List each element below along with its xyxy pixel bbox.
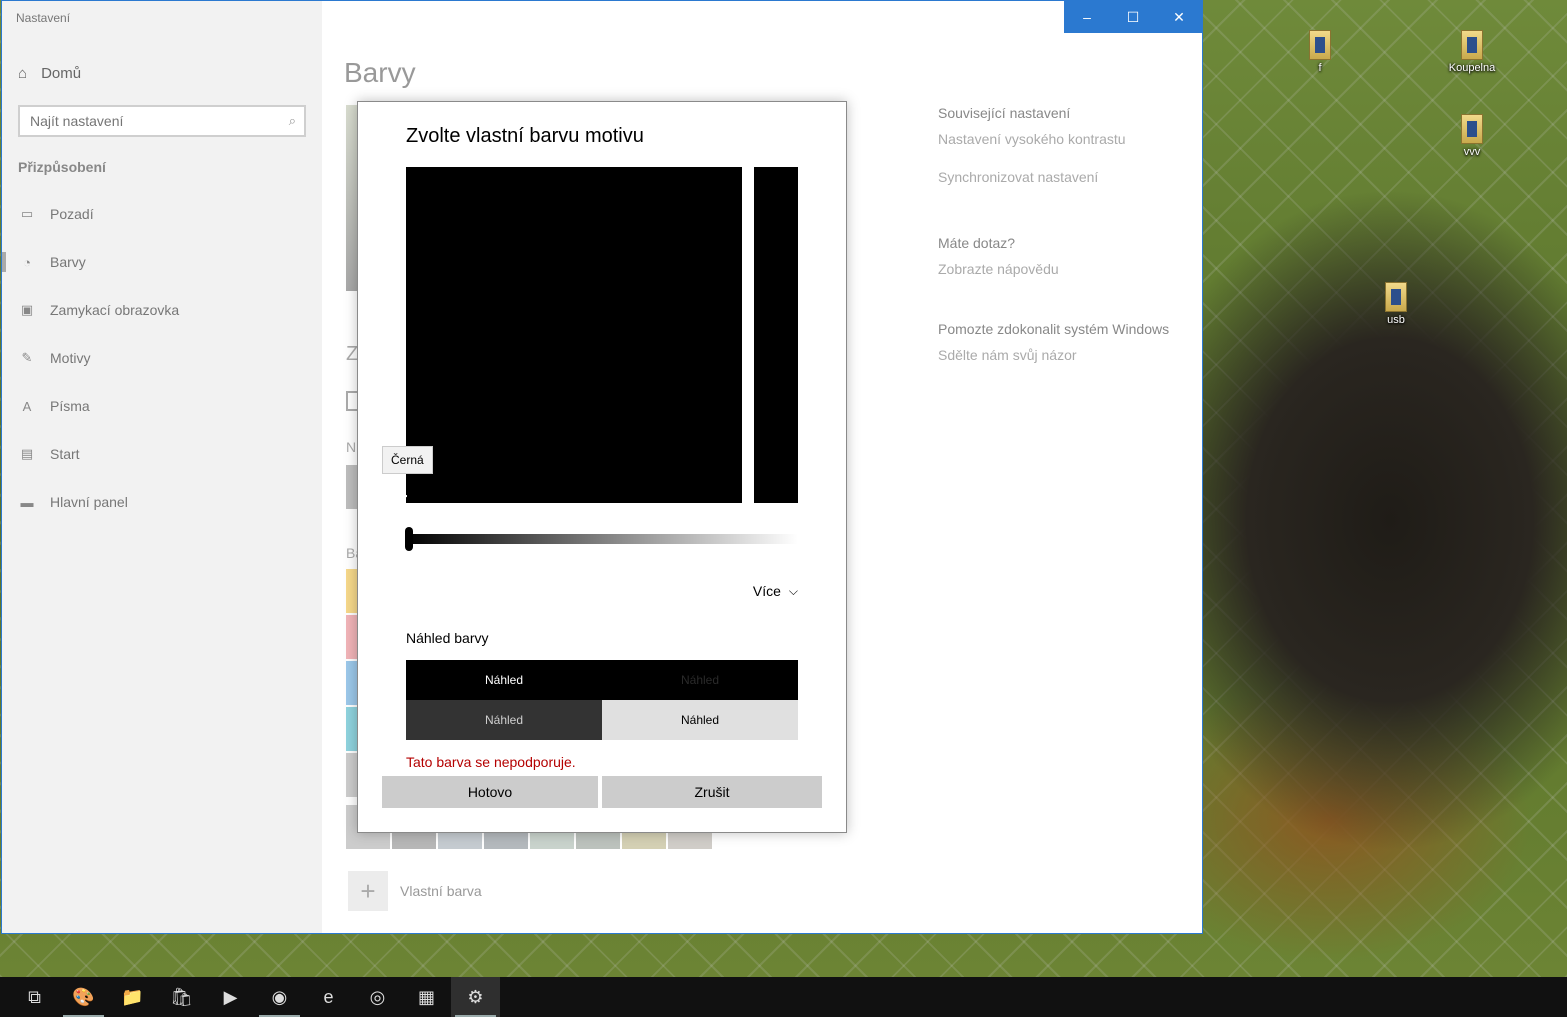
preview-cell: Náhled (406, 700, 602, 740)
fonts-icon: A (22, 398, 32, 414)
related-heading: Související nastavení (938, 105, 1071, 121)
home-icon: ⌂ (18, 65, 28, 82)
sync-settings-link[interactable]: Synchronizovat nastavení (938, 169, 1178, 185)
sidebar-item-zamykaci-obrazovka[interactable]: ▣ Zamykací obrazovka (2, 290, 322, 330)
high-contrast-link[interactable]: Nastavení vysokého kontrastu (938, 131, 1178, 147)
sidebar-item-motivy[interactable]: ✎ Motivy (2, 338, 322, 378)
calculator-icon[interactable]: ▦ (402, 977, 451, 1017)
sidebar-item-start[interactable]: ▤ Start (2, 434, 322, 474)
question-heading: Máte dotaz? (938, 235, 1016, 251)
desktop-icon-label: usb (1387, 314, 1405, 326)
taskbar: ⧉ 🎨 📁 🛍 ▶ ◉ e ◎ ▦ ⚙ (0, 977, 1567, 1017)
window-title: Nastavení (16, 11, 71, 25)
desktop-icon-label: f (1318, 62, 1322, 74)
search-input[interactable] (20, 107, 270, 135)
file-icon (1309, 30, 1331, 60)
close-button[interactable]: ✕ (1156, 1, 1202, 33)
plus-icon: + (348, 871, 388, 911)
sidebar-item-pozadi[interactable]: ▭ Pozadí (2, 194, 322, 234)
related-settings: Související nastavení Nastavení vysokého… (938, 105, 1178, 363)
sidebar-item-label: Motivy (50, 350, 91, 366)
sidebar: ⌂ Domů ⌕ Přizpůsobení ▭ Pozadí ◔ Barvy ▣… (2, 1, 322, 933)
section-title: Přizpůsobení (18, 159, 106, 175)
error-message: Tato barva se nepodporuje. (406, 754, 576, 770)
more-toggle[interactable]: Více ⌵ (753, 583, 798, 599)
custom-color-button[interactable]: + Vlastní barva (348, 871, 482, 911)
preview-cell: Náhled (406, 660, 602, 700)
image-icon: ▭ (20, 206, 34, 221)
sidebar-item-label: Barvy (50, 254, 86, 270)
settings-icon[interactable]: ⚙ (451, 977, 500, 1017)
done-button[interactable]: Hotovo (382, 776, 598, 808)
help-link[interactable]: Zobrazte nápovědu (938, 261, 1178, 277)
color-name-tooltip: Černá (382, 446, 433, 474)
dialog-title: Zvolte vlastní barvu motivu (406, 125, 644, 147)
start-icon: ▤ (20, 446, 34, 461)
more-label: Více (752, 583, 781, 599)
store-icon[interactable]: 🛍 (157, 977, 206, 1017)
sidebar-item-pisma[interactable]: A Písma (2, 386, 322, 426)
home-label: Domů (41, 65, 82, 82)
media-player-icon[interactable]: ▶ (206, 977, 255, 1017)
taskbar-icon: ▬ (20, 494, 34, 510)
lock-screen-icon: ▣ (20, 302, 34, 317)
sidebar-item-label: Písma (50, 398, 90, 414)
themes-icon: ✎ (21, 350, 33, 365)
folder-icon (1461, 30, 1483, 60)
custom-color-dialog: Zvolte vlastní barvu motivu Černá Více ⌵… (357, 101, 847, 833)
task-view-icon[interactable]: ⧉ (10, 977, 59, 1017)
sidebar-item-hlavni-panel[interactable]: ▬ Hlavní panel (2, 482, 322, 522)
sidebar-item-home[interactable]: ⌂ Domů (18, 65, 81, 82)
desktop-icon-f[interactable]: f (1288, 30, 1352, 74)
brightness-slider-thumb[interactable] (405, 527, 413, 551)
minimize-button[interactable]: – (1064, 1, 1110, 33)
cancel-button[interactable]: Zrušit (602, 776, 822, 808)
feedback-link[interactable]: Sdělte nám svůj názor (938, 347, 1178, 363)
sidebar-item-label: Hlavní panel (50, 494, 128, 510)
file-icon (1385, 282, 1407, 312)
window-controls: – ☐ ✕ (1064, 1, 1202, 33)
sidebar-item-label: Start (50, 446, 80, 462)
title-bar: Nastavení – ☐ ✕ (2, 1, 1202, 33)
preview-title: Náhled barvy (406, 630, 489, 646)
color-spectrum[interactable] (406, 167, 742, 503)
paint-icon[interactable]: 🎨 (59, 977, 108, 1017)
desktop-icon-usb[interactable]: usb (1364, 282, 1428, 326)
search-box: ⌕ (18, 105, 306, 137)
desktop-icon-koupelna[interactable]: Koupelna (1440, 30, 1504, 74)
color-preview-grid: Náhled Náhled Náhled Náhled (406, 660, 798, 740)
sidebar-item-label: Zamykací obrazovka (50, 302, 180, 318)
chrome-icon[interactable]: ◎ (353, 977, 402, 1017)
internet-explorer-icon[interactable]: e (304, 977, 353, 1017)
search-icon[interactable]: ⌕ (289, 113, 296, 129)
firefox-icon[interactable]: ◉ (255, 977, 304, 1017)
color-value-strip[interactable] (754, 167, 798, 503)
file-icon (1461, 114, 1483, 144)
custom-color-label: Vlastní barva (400, 883, 482, 899)
maximize-button[interactable]: ☐ (1110, 1, 1156, 33)
desktop-icon-label: Koupelna (1448, 62, 1496, 74)
brightness-slider[interactable] (406, 534, 798, 544)
page-title: Barvy (344, 57, 416, 88)
sidebar-item-barvy[interactable]: ◔ Barvy (2, 242, 322, 282)
preview-cell: Náhled (602, 700, 798, 740)
improve-heading: Pomozte zdokonalit systém Windows (938, 321, 1170, 337)
desktop-icon-label: vvv (1463, 146, 1481, 158)
partial-label: N (346, 439, 357, 455)
file-explorer-icon[interactable]: 📁 (108, 977, 157, 1017)
chevron-down-icon: ⌵ (788, 583, 798, 598)
preview-cell: Náhled (602, 660, 798, 700)
desktop-icon-vvv[interactable]: vvv (1440, 114, 1504, 158)
sidebar-item-label: Pozadí (50, 206, 94, 222)
palette-icon: ◔ (23, 254, 31, 270)
